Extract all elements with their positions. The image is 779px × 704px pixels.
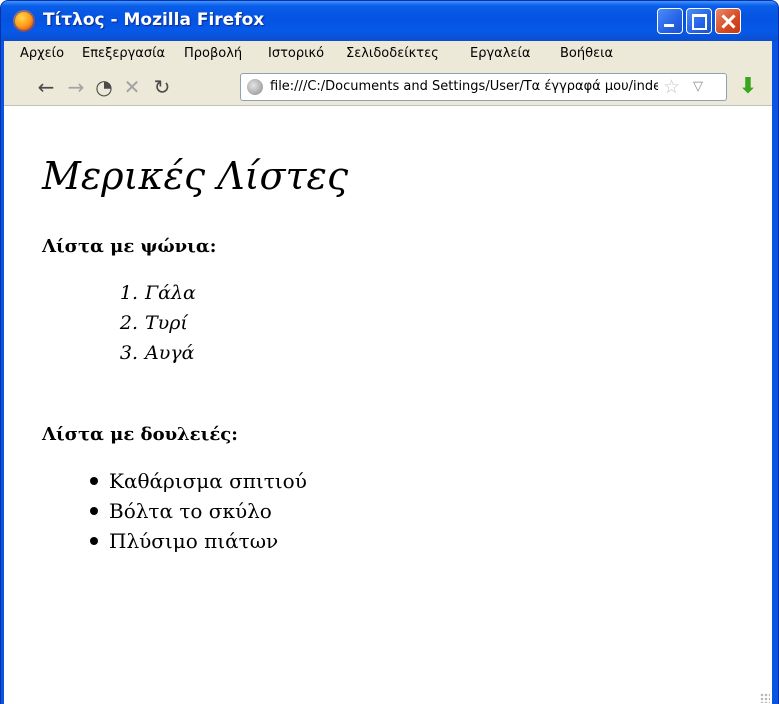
menu-view[interactable]: Προβολή bbox=[184, 46, 242, 61]
menu-help[interactable]: Βοήθεια bbox=[560, 46, 613, 61]
window-border bbox=[772, 41, 778, 704]
reload-icon[interactable]: ↻ bbox=[150, 74, 174, 100]
site-identity-icon[interactable] bbox=[247, 79, 263, 95]
download-icon[interactable]: ⬇ bbox=[734, 73, 762, 101]
list-item-number: 3. bbox=[119, 342, 138, 364]
bullet-icon bbox=[90, 477, 98, 485]
list-item-text: Τυρί bbox=[145, 312, 188, 334]
history-icon[interactable]: ◔ bbox=[92, 74, 116, 100]
url-input[interactable]: file:///C:/Documents and Settings/User/Τ… bbox=[270, 79, 658, 94]
window-title: Τίτλος - Mozilla Firefox bbox=[43, 10, 265, 30]
title-bar[interactable]: Τίτλος - Mozilla Firefox bbox=[1, 1, 778, 41]
menu-bar: Αρχείο Επεξεργασία Προβολή Ιστορικό Σελι… bbox=[4, 41, 772, 69]
bullet-icon bbox=[90, 507, 98, 515]
forward-icon[interactable]: → bbox=[64, 74, 88, 100]
browser-frame: Αρχείο Επεξεργασία Προβολή Ιστορικό Σελι… bbox=[4, 41, 772, 704]
back-icon[interactable]: ← bbox=[34, 74, 58, 100]
resize-grip-icon[interactable] bbox=[760, 693, 770, 703]
bullet-icon bbox=[90, 537, 98, 545]
shopping-list-heading: Λίστα με ψώνια: bbox=[42, 236, 217, 257]
menu-history[interactable]: Ιστορικό bbox=[268, 46, 324, 61]
menu-edit[interactable]: Επεξεργασία bbox=[82, 46, 165, 61]
page-heading: Μερικές Λίστες bbox=[42, 154, 349, 198]
address-bar[interactable]: file:///C:/Documents and Settings/User/Τ… bbox=[240, 73, 727, 101]
maximize-button[interactable] bbox=[686, 8, 712, 34]
menu-file[interactable]: Αρχείο bbox=[20, 46, 64, 61]
bookmark-star-icon[interactable]: ☆ bbox=[663, 75, 680, 99]
menu-bookmarks[interactable]: Σελιδοδείκτες bbox=[346, 46, 439, 61]
stop-icon[interactable]: ✕ bbox=[120, 74, 144, 100]
list-item-text: Πλύσιμο πιάτων bbox=[109, 529, 279, 553]
navigation-toolbar: ← → ◔ ✕ ↻ file:///C:/Documents and Setti… bbox=[4, 69, 772, 105]
list-item-text: Αυγά bbox=[145, 342, 195, 364]
list-item-number: 2. bbox=[119, 312, 138, 334]
minimize-button[interactable] bbox=[657, 8, 683, 34]
list-item-text: Καθάρισμα σπιτιού bbox=[109, 469, 307, 493]
page-content: Μερικές Λίστες Λίστα με ψώνια: 1. Γάλα 2… bbox=[4, 105, 772, 704]
browser-window: Τίτλος - Mozilla Firefox Αρχείο Επεξεργα… bbox=[0, 0, 779, 704]
list-item-number: 1. bbox=[119, 282, 138, 304]
list-item-text: Βόλτα το σκύλο bbox=[109, 499, 272, 523]
url-dropdown-icon[interactable]: ▽ bbox=[693, 77, 703, 97]
close-button[interactable] bbox=[715, 8, 741, 34]
chores-list-heading: Λίστα με δουλειές: bbox=[42, 424, 238, 445]
list-item-text: Γάλα bbox=[145, 282, 196, 304]
firefox-logo-icon[interactable] bbox=[13, 10, 35, 32]
menu-tools[interactable]: Εργαλεία bbox=[470, 46, 530, 61]
